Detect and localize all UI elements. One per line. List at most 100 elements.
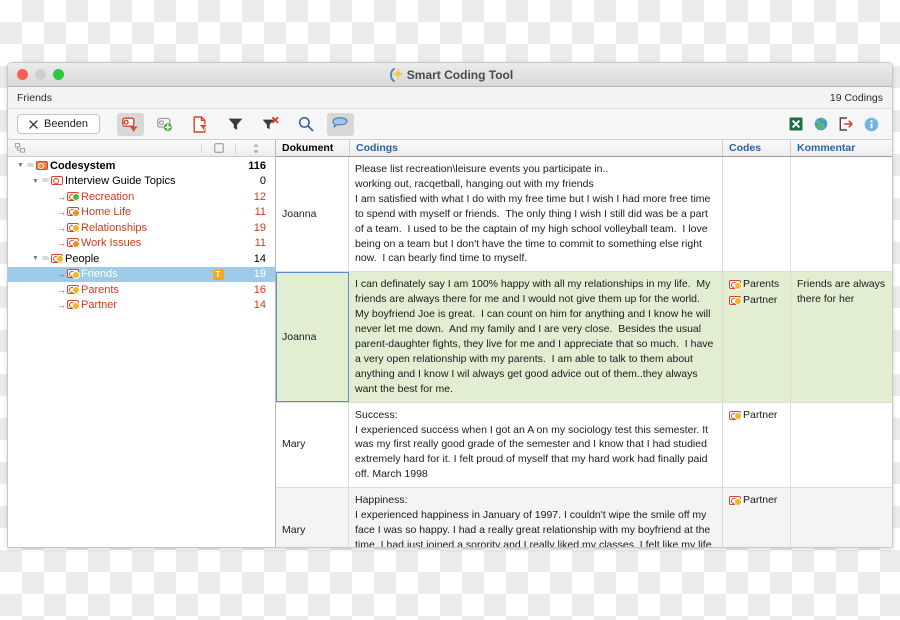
code-chip[interactable]: Partner bbox=[729, 493, 784, 508]
main-body: ▼ Codesystem 116 ▼ Interview Guide Topics 0 → R… bbox=[8, 140, 892, 547]
tree-item-count: 19 bbox=[253, 268, 266, 281]
search-icon[interactable] bbox=[292, 113, 319, 136]
toolbar: Beenden bbox=[8, 109, 892, 140]
excel-export-icon[interactable] bbox=[789, 117, 803, 131]
quit-button[interactable]: Beenden bbox=[17, 114, 101, 134]
web-export-icon[interactable] bbox=[814, 117, 828, 131]
code-chip-label: Parents bbox=[743, 278, 780, 291]
app-logo-icon bbox=[387, 67, 403, 82]
coding-text: Please list recreation\leisure events yo… bbox=[355, 163, 711, 265]
breadcrumb-path: Friends bbox=[17, 91, 53, 104]
info-icon[interactable] bbox=[864, 117, 879, 132]
sort-icon[interactable] bbox=[235, 142, 275, 154]
memo-badge-icon[interactable]: T bbox=[212, 269, 224, 281]
disclosure-expanded-icon[interactable]: ▼ bbox=[14, 162, 27, 169]
codings-count: 19 Codings bbox=[829, 91, 883, 104]
quit-label: Beenden bbox=[44, 118, 89, 130]
tree-item-name: Partner bbox=[81, 299, 118, 312]
code-link-arrow-icon: → bbox=[57, 300, 66, 311]
tree-item-name: Home Life bbox=[81, 206, 132, 219]
column-header-kommentar[interactable]: Kommentar bbox=[790, 140, 892, 156]
window-title: Smart Coding Tool bbox=[406, 67, 514, 82]
coding-text: Happiness: I experienced happiness in Ja… bbox=[355, 494, 712, 547]
tree-item-name: Friends bbox=[81, 268, 118, 281]
tree-item-home-life[interactable]: → Home Life 11 bbox=[8, 205, 275, 221]
clear-filter-icon[interactable] bbox=[257, 113, 284, 136]
minimize-button[interactable] bbox=[35, 69, 46, 80]
disclosure-expanded-icon[interactable]: ▼ bbox=[29, 178, 42, 185]
code-chip[interactable]: Parents bbox=[729, 277, 784, 292]
tree-item-friends[interactable]: → Friends T 19 bbox=[8, 266, 275, 282]
tree-item-work-issues[interactable]: → Work Issues 11 bbox=[8, 236, 275, 252]
tree-item-memo-badge: T bbox=[201, 268, 235, 281]
cell-kommentar bbox=[790, 488, 892, 547]
code-filter-icon[interactable] bbox=[117, 112, 145, 136]
window-title-group: Smart Coding Tool bbox=[8, 67, 892, 82]
column-header-codes[interactable]: Codes bbox=[722, 140, 790, 156]
cell-kommentar bbox=[790, 402, 892, 488]
tree-item-interview-guide-topics[interactable]: ▼ Interview Guide Topics 0 bbox=[8, 174, 275, 190]
code-link-arrow-icon: → bbox=[57, 238, 66, 249]
tree-item-partner[interactable]: → Partner 14 bbox=[8, 298, 275, 314]
tree-item-label-group: ▼ People bbox=[8, 253, 201, 265]
table-row[interactable]: Joanna I can definately say I am 100% hap… bbox=[276, 272, 892, 403]
code-link-arrow-icon: → bbox=[57, 207, 66, 218]
cell-codings: Happiness: I experienced happiness in Ja… bbox=[349, 488, 722, 547]
tree-item-count: 11 bbox=[254, 206, 266, 219]
document-filter-icon[interactable] bbox=[187, 113, 214, 136]
tree-item-count: 12 bbox=[253, 190, 266, 203]
code-chip-label: Partner bbox=[743, 293, 778, 306]
code-chip[interactable]: Partner bbox=[729, 408, 784, 423]
column-header-codings[interactable]: Codings bbox=[349, 140, 722, 156]
code-icon bbox=[67, 284, 80, 295]
codings-table-body[interactable]: Joanna Please list recreation\leisure eve… bbox=[276, 157, 892, 547]
export-icon[interactable] bbox=[839, 117, 853, 131]
table-column-header: Dokument Codings Codes Kommentar bbox=[276, 140, 892, 157]
code-link-arrow-icon: → bbox=[57, 269, 66, 280]
column-header-dokument[interactable]: Dokument bbox=[276, 140, 349, 156]
code-chip[interactable]: Partner bbox=[729, 293, 784, 308]
tree-item-people[interactable]: ▼ People 14 bbox=[8, 251, 275, 267]
tree-item-name: People bbox=[65, 252, 100, 265]
cell-kommentar bbox=[790, 157, 892, 272]
tree-item-label-group: ▼ Interview Guide Topics bbox=[8, 175, 201, 187]
tree-item-relationships[interactable]: → Relationships 19 bbox=[8, 220, 275, 236]
code-icon bbox=[67, 269, 80, 279]
comment-icon[interactable] bbox=[327, 112, 355, 136]
code-tree-list[interactable]: ▼ Codesystem 116 ▼ Interview Guide Topics 0 → R… bbox=[8, 157, 275, 547]
cell-dokument: Mary bbox=[276, 488, 349, 547]
tree-item-name: Recreation bbox=[81, 190, 135, 203]
code-icon bbox=[51, 176, 63, 186]
zoom-button[interactable] bbox=[53, 69, 64, 80]
coding-text: Success: I experienced success when I go… bbox=[355, 408, 709, 481]
code-chip-label: Partner bbox=[743, 408, 778, 421]
cell-codings: Please list recreation\leisure events yo… bbox=[349, 157, 722, 271]
code-link-arrow-icon: → bbox=[57, 191, 66, 202]
cell-codes: Parents Partner bbox=[722, 272, 790, 402]
cell-dokument: Joanna bbox=[276, 272, 349, 402]
memo-icon[interactable] bbox=[201, 143, 235, 153]
codings-table-pane: Dokument Codings Codes Kommentar Joanna P… bbox=[276, 140, 892, 547]
structure-icon[interactable] bbox=[8, 143, 201, 153]
table-row[interactable]: Mary Success: I experienced success when … bbox=[276, 402, 892, 489]
tree-bullet-icon bbox=[42, 255, 49, 260]
disclosure-expanded-icon[interactable]: ▼ bbox=[29, 255, 42, 262]
tree-item-codesystem[interactable]: ▼ Codesystem 116 bbox=[8, 158, 275, 174]
tree-item-parents[interactable]: → Parents 16 bbox=[8, 282, 275, 298]
cell-kommentar: Friends are always there for her bbox=[790, 272, 892, 402]
breadcrumb-bar: Friends 19 Codings bbox=[8, 87, 892, 109]
filter-icon[interactable] bbox=[222, 113, 249, 136]
tree-item-count: 0 bbox=[259, 175, 266, 188]
add-code-icon[interactable] bbox=[152, 113, 179, 136]
table-row[interactable]: Mary Happiness: I experienced happiness i… bbox=[276, 488, 892, 547]
tree-item-count: 19 bbox=[253, 221, 266, 234]
tree-item-label-group: → Relationships bbox=[8, 222, 201, 234]
cell-codes bbox=[722, 157, 790, 272]
code-icon bbox=[67, 191, 80, 202]
tree-item-recreation[interactable]: → Recreation 12 bbox=[8, 189, 275, 205]
table-row[interactable]: Joanna Please list recreation\leisure eve… bbox=[276, 157, 892, 273]
tree-item-count: 116 bbox=[248, 159, 266, 172]
app-window: Smart Coding Tool Friends 19 Codings Bee… bbox=[7, 62, 893, 548]
coding-text: I can definately say I am 100% happy wit… bbox=[355, 278, 717, 395]
close-button[interactable] bbox=[17, 69, 28, 80]
